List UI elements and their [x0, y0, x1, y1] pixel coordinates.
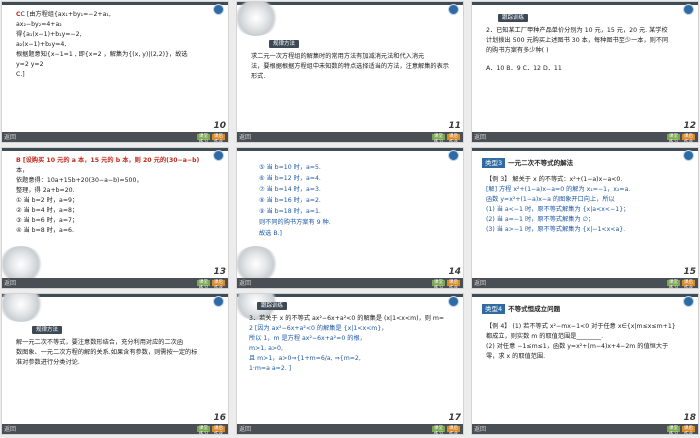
slide-number: 15	[683, 267, 696, 277]
slide-number: 10	[213, 121, 226, 131]
slide-top-bar	[2, 148, 228, 151]
slide-bottom-bar: 返回 课堂练习 课后作业	[472, 278, 698, 288]
slide-top-bar	[237, 148, 463, 151]
slide-13[interactable]: B [设购买 10 元的 a 本，15 元的 b 本，则 20 元的(30−a−…	[2, 148, 228, 288]
slide-number: 16	[213, 413, 226, 423]
slide-12[interactable]: 跟踪训练 2．已知某工厂甲种产品单价分别为 10 元，15 元，20 元. 某学…	[472, 2, 698, 142]
classroom-practice-button[interactable]: 课堂练习	[667, 134, 680, 142]
homework-button[interactable]: 课后作业	[447, 426, 460, 434]
slide-bottom-bar: 返回 课堂练习 课后作业	[237, 278, 463, 288]
slide-text: CC [由方程组{ax₁+by₁=−2+a₁, ax₂−by₂=4+a₂ 得{a…	[16, 11, 188, 78]
back-link[interactable]: 返回	[239, 278, 251, 287]
slide-number: 13	[213, 267, 226, 277]
slide-text: ⑤ 当 b=10 时，a=5. ⑥ 当 b=12 时，a=4. ⑦ 当 b=14…	[259, 164, 331, 237]
home-icon[interactable]	[213, 296, 224, 307]
slide-text: 求二元一次方程组的解集时的常用方法有加减消元法和代入消元 法，要根据根据方程组中…	[251, 53, 449, 80]
section-tag: 规律方法	[32, 326, 63, 334]
homework-button[interactable]: 课后作业	[682, 134, 695, 142]
back-link[interactable]: 返回	[239, 424, 251, 433]
flower-decoration-icon	[2, 246, 44, 282]
slide-number: 18	[683, 413, 696, 423]
slide-text: 3．若关于 x 的不等式 ax²−6x+a²<0 的解集是 (x|1<x<m)，…	[249, 315, 445, 372]
slide-number: 17	[448, 413, 461, 423]
homework-button[interactable]: 课后作业	[212, 280, 225, 288]
back-link[interactable]: 返回	[474, 132, 486, 141]
slide-text: 【例 3】 解关于 x 的不等式：x²+(1−a)x−a<0. [解] 方程 x…	[486, 176, 631, 233]
slide-top-bar	[472, 294, 698, 297]
slide-text: B [设购买 10 元的 a 本，15 元的 b 本，则 20 元的(30−a−…	[16, 157, 200, 234]
slide-bottom-bar: 返回 课堂练习 课后作业	[2, 278, 228, 288]
flower-decoration-icon	[2, 294, 44, 322]
slide-16[interactable]: 规律方法 解一元二次不等式，要注意数形结合，充分利用对应的二次函 数图象、一元二…	[2, 294, 228, 434]
back-link[interactable]: 返回	[4, 132, 16, 141]
back-link[interactable]: 返回	[4, 278, 16, 287]
slide-bottom-bar: 返回 课堂练习 课后作业	[472, 132, 698, 142]
category-header: 类型3 一元二次不等式的解法	[482, 158, 573, 168]
slide-text: 【例 4】 (1) 若不等式 x²−mx−1<0 对于任意 x∈{x|m≤x≤m…	[486, 323, 676, 360]
slide-text: 2．已知某工厂甲种产品单价分别为 10 元，15 元，20 元. 某学校 计划拨…	[486, 27, 669, 72]
slide-bottom-bar: 返回 课堂练习 课后作业	[237, 424, 463, 434]
home-icon[interactable]	[683, 296, 694, 307]
slide-text: 解一元二次不等式，要注意数形结合，充分利用对应的二次函 数图象、一元二次方程的解…	[16, 339, 198, 366]
category-header: 类型4 不等式恒成立问题	[482, 304, 560, 314]
homework-button[interactable]: 课后作业	[212, 426, 225, 434]
classroom-practice-button[interactable]: 课堂练习	[197, 426, 210, 434]
back-link[interactable]: 返回	[239, 132, 251, 141]
slide-bottom-bar: 返回 课堂练习 课后作业	[2, 424, 228, 434]
slide-15[interactable]: 类型3 一元二次不等式的解法 【例 3】 解关于 x 的不等式：x²+(1−a)x…	[472, 148, 698, 288]
slide-14[interactable]: ⑤ 当 b=10 时，a=5. ⑥ 当 b=12 时，a=4. ⑦ 当 b=14…	[237, 148, 463, 288]
slide-bottom-bar: 返回 课堂练习 课后作业	[2, 132, 228, 142]
slide-18[interactable]: 类型4 不等式恒成立问题 【例 4】 (1) 若不等式 x²−mx−1<0 对于任…	[472, 294, 698, 434]
homework-button[interactable]: 课后作业	[212, 134, 225, 142]
section-tag: 跟踪训练	[498, 14, 529, 22]
homework-button[interactable]: 课后作业	[682, 280, 695, 288]
classroom-practice-button[interactable]: 课堂练习	[667, 426, 680, 434]
slide-number: 12	[683, 121, 696, 131]
slide-17[interactable]: 跟踪训练 3．若关于 x 的不等式 ax²−6x+a²<0 的解集是 (x|1<…	[237, 294, 463, 434]
homework-button[interactable]: 课后作业	[447, 134, 460, 142]
homework-button[interactable]: 课后作业	[447, 280, 460, 288]
classroom-practice-button[interactable]: 课堂练习	[667, 280, 680, 288]
section-tag: 跟踪训练	[257, 302, 288, 310]
home-icon[interactable]	[213, 4, 224, 15]
classroom-practice-button[interactable]: 课堂练习	[197, 280, 210, 288]
slide-10[interactable]: CC [由方程组{ax₁+by₁=−2+a₁, ax₂−by₂=4+a₂ 得{a…	[2, 2, 228, 142]
flower-decoration-icon	[237, 246, 279, 282]
classroom-practice-button[interactable]: 课堂练习	[432, 426, 445, 434]
slide-number: 14	[448, 267, 461, 277]
slide-top-bar	[2, 2, 228, 5]
homework-button[interactable]: 课后作业	[682, 426, 695, 434]
slide-top-bar	[472, 148, 698, 151]
flower-decoration-icon	[237, 2, 279, 36]
classroom-practice-button[interactable]: 课堂练习	[432, 280, 445, 288]
home-icon[interactable]	[448, 150, 459, 161]
home-icon[interactable]	[683, 4, 694, 15]
back-link[interactable]: 返回	[4, 424, 16, 433]
slide-bottom-bar: 返回 课堂练习 课后作业	[472, 424, 698, 434]
home-icon[interactable]	[448, 4, 459, 15]
home-icon[interactable]	[683, 150, 694, 161]
home-icon[interactable]	[448, 296, 459, 307]
slide-number: 11	[448, 121, 461, 131]
back-link[interactable]: 返回	[474, 424, 486, 433]
section-tag: 规律方法	[269, 40, 300, 48]
slide-bottom-bar: 返回 课堂练习 课后作业	[237, 132, 463, 142]
slide-top-bar	[472, 2, 698, 5]
back-link[interactable]: 返回	[474, 278, 486, 287]
classroom-practice-button[interactable]: 课堂练习	[197, 134, 210, 142]
classroom-practice-button[interactable]: 课堂练习	[432, 134, 445, 142]
slide-11[interactable]: 规律方法 求二元一次方程组的解集时的常用方法有加减消元法和代入消元 法，要根据根…	[237, 2, 463, 142]
